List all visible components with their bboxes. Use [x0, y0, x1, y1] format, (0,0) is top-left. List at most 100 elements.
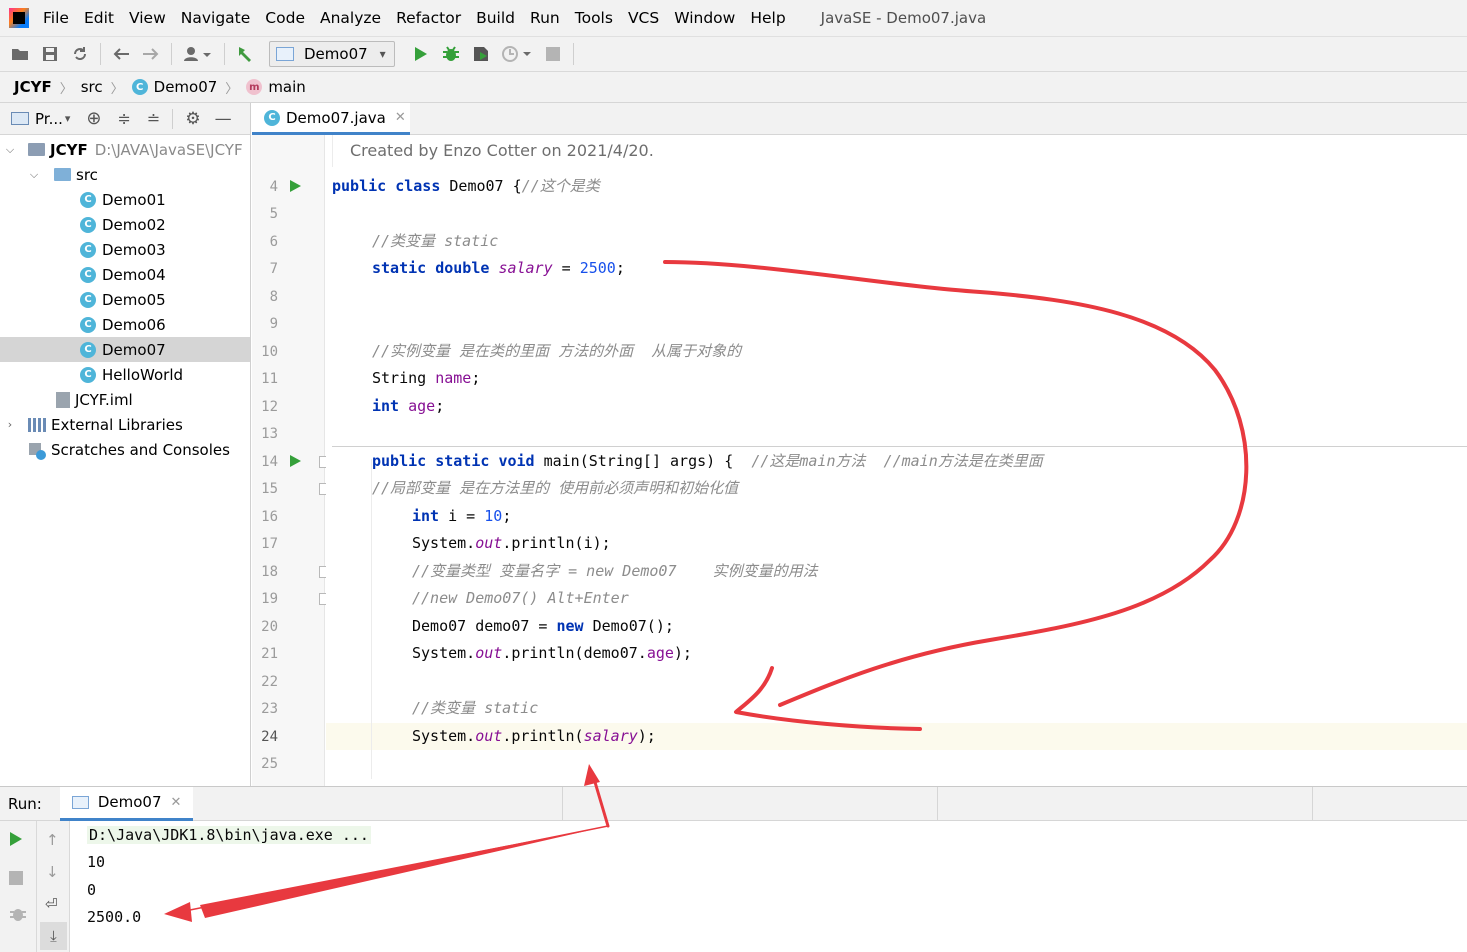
locate-target-icon[interactable]: ⊕: [86, 108, 101, 129]
save-icon[interactable]: [40, 44, 60, 64]
menu-code[interactable]: Code: [265, 9, 305, 27]
run-panel-label: Run:: [8, 794, 42, 813]
tab-demo07-java[interactable]: C Demo07.java ✕: [252, 103, 410, 135]
debug-settings-icon[interactable]: [9, 905, 27, 927]
project-panel-title[interactable]: Pr...: [35, 110, 63, 128]
stop-icon[interactable]: [9, 871, 23, 889]
tree-item-demo06[interactable]: C Demo06: [0, 312, 250, 337]
tree-item-helloworld[interactable]: C HelloWorld: [0, 362, 250, 387]
tree-item-external-libraries[interactable]: › External Libraries: [0, 412, 250, 437]
tree-item-demo01[interactable]: C Demo01: [0, 187, 250, 212]
line-number: 13: [261, 426, 278, 442]
method-icon: m: [246, 79, 263, 95]
console-output[interactable]: D:\Java\JDK1.8\bin\java.exe ... 10 0 250…: [70, 821, 1467, 952]
expand-all-icon[interactable]: ≑: [118, 109, 131, 128]
console-line: 0: [87, 881, 97, 899]
run-icon[interactable]: [411, 44, 431, 64]
run-panel-header: Run: Demo07 ✕: [0, 786, 1467, 821]
down-arrow-icon[interactable]: ↓: [46, 863, 59, 881]
rerun-icon[interactable]: [9, 831, 23, 851]
back-arrow-icon[interactable]: [111, 44, 131, 64]
tree-item-jcyf[interactable]: ⌵ JCYF D:\JAVA\JavaSE\JCYF: [0, 137, 250, 162]
code-line-14: public static void main(String[] args) {…: [372, 452, 1043, 470]
close-icon[interactable]: ✕: [395, 110, 406, 125]
tree-item-demo02[interactable]: C Demo02: [0, 212, 250, 237]
run-with-coverage-icon[interactable]: [471, 44, 491, 64]
open-folder-icon[interactable]: [10, 44, 30, 64]
line-number: 5: [269, 206, 278, 222]
forward-arrow-icon[interactable]: [141, 44, 161, 64]
debug-icon[interactable]: [441, 44, 461, 64]
hide-panel-icon[interactable]: —: [215, 109, 232, 129]
line-number: 22: [261, 674, 278, 690]
tree-item-demo04[interactable]: C Demo04: [0, 262, 250, 287]
code-line-7: static double salary = 2500;: [372, 259, 625, 277]
run-gutter-icon[interactable]: [290, 455, 301, 467]
menu-vcs[interactable]: VCS: [628, 9, 659, 27]
run-gutter-icon[interactable]: [290, 180, 301, 192]
run-config-dropdown[interactable]: Demo07 ▾: [269, 41, 395, 67]
panel-divider: [937, 787, 938, 821]
tree-item-iml[interactable]: JCYF.iml: [0, 387, 250, 412]
line-number: 20: [261, 619, 278, 635]
indent-guide: [332, 135, 333, 167]
tree-item-label: Demo06: [102, 315, 166, 334]
breadcrumb-method[interactable]: m main: [246, 78, 306, 96]
menu-help[interactable]: Help: [750, 9, 785, 27]
tree-item-label: JCYF: [50, 140, 88, 159]
breadcrumb-src[interactable]: src: [81, 78, 103, 96]
tab-label: Demo07.java: [286, 108, 386, 127]
tree-item-label: Demo01: [102, 190, 166, 209]
tree-item-label: External Libraries: [51, 415, 183, 434]
menu-refactor[interactable]: Refactor: [396, 9, 461, 27]
code-line-10: //实例变量 是在类的里面 方法的外面 从属于对象的: [372, 342, 742, 360]
menu-analyze[interactable]: Analyze: [320, 9, 381, 27]
toolbar-separator: [171, 43, 172, 65]
build-hammer-icon[interactable]: [235, 44, 255, 64]
up-arrow-icon[interactable]: ↑: [46, 831, 59, 849]
soft-wrap-icon[interactable]: ⏎: [45, 895, 58, 913]
tree-item-label: Demo07: [102, 340, 166, 359]
main-toolbar: Demo07 ▾: [0, 36, 1467, 72]
menu-window[interactable]: Window: [674, 9, 735, 27]
sync-icon[interactable]: [70, 44, 90, 64]
line-number: 25: [261, 756, 278, 772]
breadcrumb-class[interactable]: C Demo07: [131, 78, 217, 96]
menu-build[interactable]: Build: [476, 9, 515, 27]
project-panel-header: Pr... ▾ ⊕ ≑ ≐ ⚙ —: [0, 103, 251, 135]
tree-item-scratches[interactable]: Scratches and Consoles: [0, 437, 250, 462]
collapse-all-icon[interactable]: ≐: [147, 109, 160, 128]
menu-edit[interactable]: Edit: [84, 9, 114, 27]
menu-tools[interactable]: Tools: [575, 9, 613, 27]
close-icon[interactable]: ✕: [170, 795, 181, 810]
chevron-down-icon[interactable]: ⌵: [28, 168, 40, 182]
breadcrumb-project[interactable]: JCYF: [14, 78, 52, 96]
run-tab-demo07[interactable]: Demo07 ✕: [59, 786, 194, 821]
code-line-17: System.out.println(i);: [412, 534, 611, 552]
tree-item-label: Demo03: [102, 240, 166, 259]
profiler-dropdown-icon[interactable]: [501, 44, 533, 64]
panel-divider: [1312, 787, 1313, 821]
java-class-icon: C: [80, 366, 96, 383]
chevron-down-icon[interactable]: ⌵: [4, 143, 16, 157]
tree-item-demo07[interactable]: C Demo07: [0, 337, 250, 362]
tree-item-demo05[interactable]: C Demo05: [0, 287, 250, 312]
code-line-6: //类变量 static: [372, 232, 499, 250]
tree-item-demo03[interactable]: C Demo03: [0, 237, 250, 262]
menu-run[interactable]: Run: [530, 9, 560, 27]
gear-icon[interactable]: ⚙: [185, 109, 200, 129]
code-editor[interactable]: Created by Enzo Cotter on 2021/4/20. pub…: [326, 135, 1467, 786]
chevron-right-icon[interactable]: ›: [4, 418, 16, 431]
code-line-12: int age;: [372, 397, 445, 415]
line-number: 12: [261, 399, 278, 415]
scroll-to-end-icon[interactable]: ⤓: [40, 922, 67, 950]
chevron-down-icon[interactable]: ▾: [65, 112, 71, 125]
line-number: 9: [269, 316, 278, 332]
vcs-user-dropdown-icon[interactable]: [182, 44, 214, 64]
tree-item-src[interactable]: ⌵ src: [0, 162, 250, 187]
breadcrumb: JCYF 〉 src 〉 C Demo07 〉 m main: [0, 72, 1467, 103]
stop-icon[interactable]: [543, 44, 563, 64]
menu-view[interactable]: View: [129, 9, 166, 27]
menu-navigate[interactable]: Navigate: [181, 9, 251, 27]
menu-file[interactable]: File: [43, 9, 69, 27]
